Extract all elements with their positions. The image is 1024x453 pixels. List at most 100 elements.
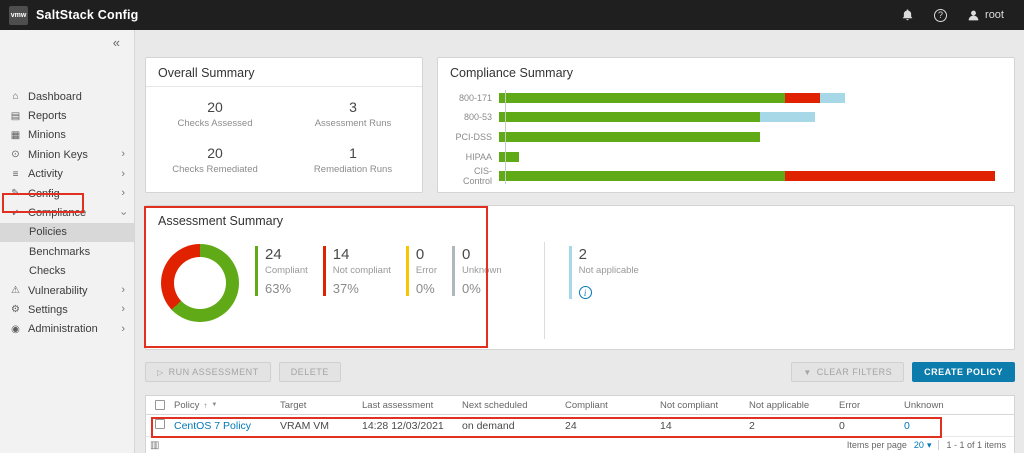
sidebar-item-policies[interactable]: Policies — [0, 222, 134, 243]
config-icon: ✎ — [11, 188, 20, 200]
sort-asc-icon[interactable]: ↑ — [203, 401, 207, 410]
bar-row: PCI-DSS — [450, 127, 1000, 147]
info-icon[interactable]: i — [578, 286, 592, 299]
sidebar-item-administration[interactable]: ◉ Administration › — [0, 320, 134, 339]
sidebar-item-compliance[interactable]: ✓ Compliance › — [0, 203, 134, 222]
assessment-donut-chart — [161, 244, 239, 322]
sidebar-item-label: Reports — [28, 110, 67, 123]
stat-value: 3 — [349, 99, 357, 115]
sidebar-item-checks[interactable]: Checks — [0, 262, 134, 281]
notifications-bell-icon[interactable] — [901, 8, 914, 22]
column-header-not-applicable[interactable]: Not applicable — [749, 400, 839, 411]
sidebar-item-label: Minion Keys — [28, 148, 88, 161]
column-header-policy[interactable]: Policy ↑ ▼ — [174, 400, 280, 411]
card-title: Assessment Summary — [158, 214, 284, 228]
stat-value: 20 — [207, 145, 223, 161]
sidebar-item-vulnerability[interactable]: ⚠ Vulnerability › — [0, 281, 134, 300]
run-icon: ▷ — [157, 367, 164, 377]
sidebar-item-label: Administration — [28, 323, 98, 336]
sidebar-item-activity[interactable]: ≡ Activity › — [0, 165, 134, 184]
column-header-not-compliant[interactable]: Not compliant — [660, 400, 749, 411]
sidebar-collapse-button[interactable]: « — [0, 30, 134, 54]
column-label: Not compliant — [660, 399, 719, 411]
unknown-link[interactable]: 0 — [904, 420, 1014, 432]
stat-label: Unknown — [462, 265, 502, 276]
not-compliant-cell: 14 — [660, 419, 672, 432]
sidebar-item-dashboard[interactable]: ⌂ Dashboard — [0, 87, 134, 106]
bar-row: HIPAA — [450, 147, 1000, 167]
stat-assessment-runs: 3 Assessment Runs — [284, 99, 422, 129]
column-filter-icon[interactable]: ▼ — [211, 402, 217, 408]
policy-link[interactable]: CentOS 7 Policy — [174, 420, 280, 432]
stat-percent: 0% — [415, 281, 435, 296]
assessment-stat-not-compliant: 14 Not compliant 37% — [322, 246, 391, 296]
column-label: Last assessment — [362, 399, 434, 411]
user-icon — [968, 10, 979, 20]
bar-row: 800-53 — [450, 108, 1000, 128]
select-all-checkbox[interactable] — [155, 400, 165, 410]
column-header-unknown[interactable]: Unknown — [904, 400, 1014, 411]
chevron-right-icon: › — [121, 167, 125, 180]
row-select-cell — [146, 419, 174, 432]
sidebar-item-config[interactable]: ✎ Config › — [0, 184, 134, 203]
chevron-right-icon: › — [121, 284, 125, 297]
administration-icon: ◉ — [11, 323, 20, 335]
column-picker-icon[interactable]: ▥ — [150, 440, 159, 451]
bar-track — [499, 92, 1000, 103]
clear-filters-button[interactable]: ▼ CLEAR FILTERS — [791, 362, 905, 382]
stat-value: 14 — [332, 246, 350, 263]
app-title: SaltStack Config — [36, 8, 139, 22]
column-header-error[interactable]: Error — [839, 400, 904, 411]
bar-segment-compliant — [499, 112, 760, 123]
column-header-last-assessment[interactable]: Last assessment — [362, 400, 462, 411]
bar-segment-not-applicable — [759, 112, 815, 123]
vertical-divider — [543, 242, 545, 339]
help-icon[interactable]: ? — [934, 8, 948, 22]
compliant-cell: 24 — [565, 419, 577, 432]
run-assessment-button[interactable]: ▷ RUN ASSESSMENT — [145, 362, 271, 382]
stat-value: 20 — [207, 99, 223, 115]
create-policy-button[interactable]: CREATE POLICY — [912, 362, 1015, 382]
sidebar-item-benchmarks[interactable]: Benchmarks — [0, 242, 134, 261]
sidebar-item-label: Config — [28, 187, 60, 200]
select-all-cell — [146, 400, 174, 410]
bar-track — [499, 131, 1000, 142]
stat-value: 24 — [265, 246, 282, 263]
user-menu[interactable]: root — [967, 9, 1004, 22]
not-applicable-cell: 2 — [749, 419, 755, 432]
row-checkbox[interactable] — [155, 419, 165, 429]
stat-label: Not applicable — [578, 265, 639, 276]
activity-icon: ≡ — [12, 168, 19, 180]
question-mark-icon: ? — [934, 8, 948, 22]
stat-value: 0 — [462, 246, 471, 263]
bar-category-label: CIS-Control — [462, 166, 492, 187]
sidebar-item-minion-keys[interactable]: ⊙ Minion Keys › — [0, 145, 134, 164]
sidebar-item-reports[interactable]: ▤ Reports — [0, 106, 134, 125]
assessment-body: 24 Compliant 63% 14 Not compliant 37% 0 Error 0%… — [161, 238, 999, 339]
chevron-right-icon: › — [121, 187, 125, 200]
items-per-page-select[interactable]: 20 ▾ — [914, 440, 932, 451]
sidebar-item-settings[interactable]: ⚙ Settings › — [0, 300, 134, 319]
stat-remediation-runs: 1 Remediation Runs — [284, 145, 422, 175]
column-header-compliant[interactable]: Compliant — [565, 400, 660, 411]
table-row[interactable]: CentOS 7 Policy VRAM VM 14:28 12/03/2021… — [146, 415, 1014, 437]
delete-button[interactable]: DELETE — [278, 362, 341, 382]
stat-value: 2 — [578, 246, 587, 263]
stat-label: Remediation Runs — [313, 164, 393, 175]
stat-value: 0 — [415, 246, 425, 263]
bar-segment-compliant — [499, 92, 785, 103]
chevron-right-icon: › — [121, 148, 125, 161]
chevron-right-icon: › — [121, 322, 125, 335]
footer-divider — [938, 440, 940, 450]
assessment-summary-card: Assessment Summary 24 Compliant 63% 14 Not c… — [145, 205, 1015, 350]
column-header-target[interactable]: Target — [280, 400, 362, 411]
assessment-stat-compliant: 24 Compliant 63% — [255, 246, 308, 296]
minion-keys-icon: ⊙ — [11, 149, 20, 161]
stat-label: Error — [415, 265, 437, 276]
sidebar-item-minions[interactable]: ▦ Minions — [0, 126, 134, 145]
column-header-next-scheduled[interactable]: Next scheduled — [462, 400, 565, 411]
sidebar-item-label: Activity — [28, 168, 63, 181]
sidebar-item-label: Settings — [28, 303, 68, 316]
sidebar-item-label: Minions — [28, 129, 66, 142]
